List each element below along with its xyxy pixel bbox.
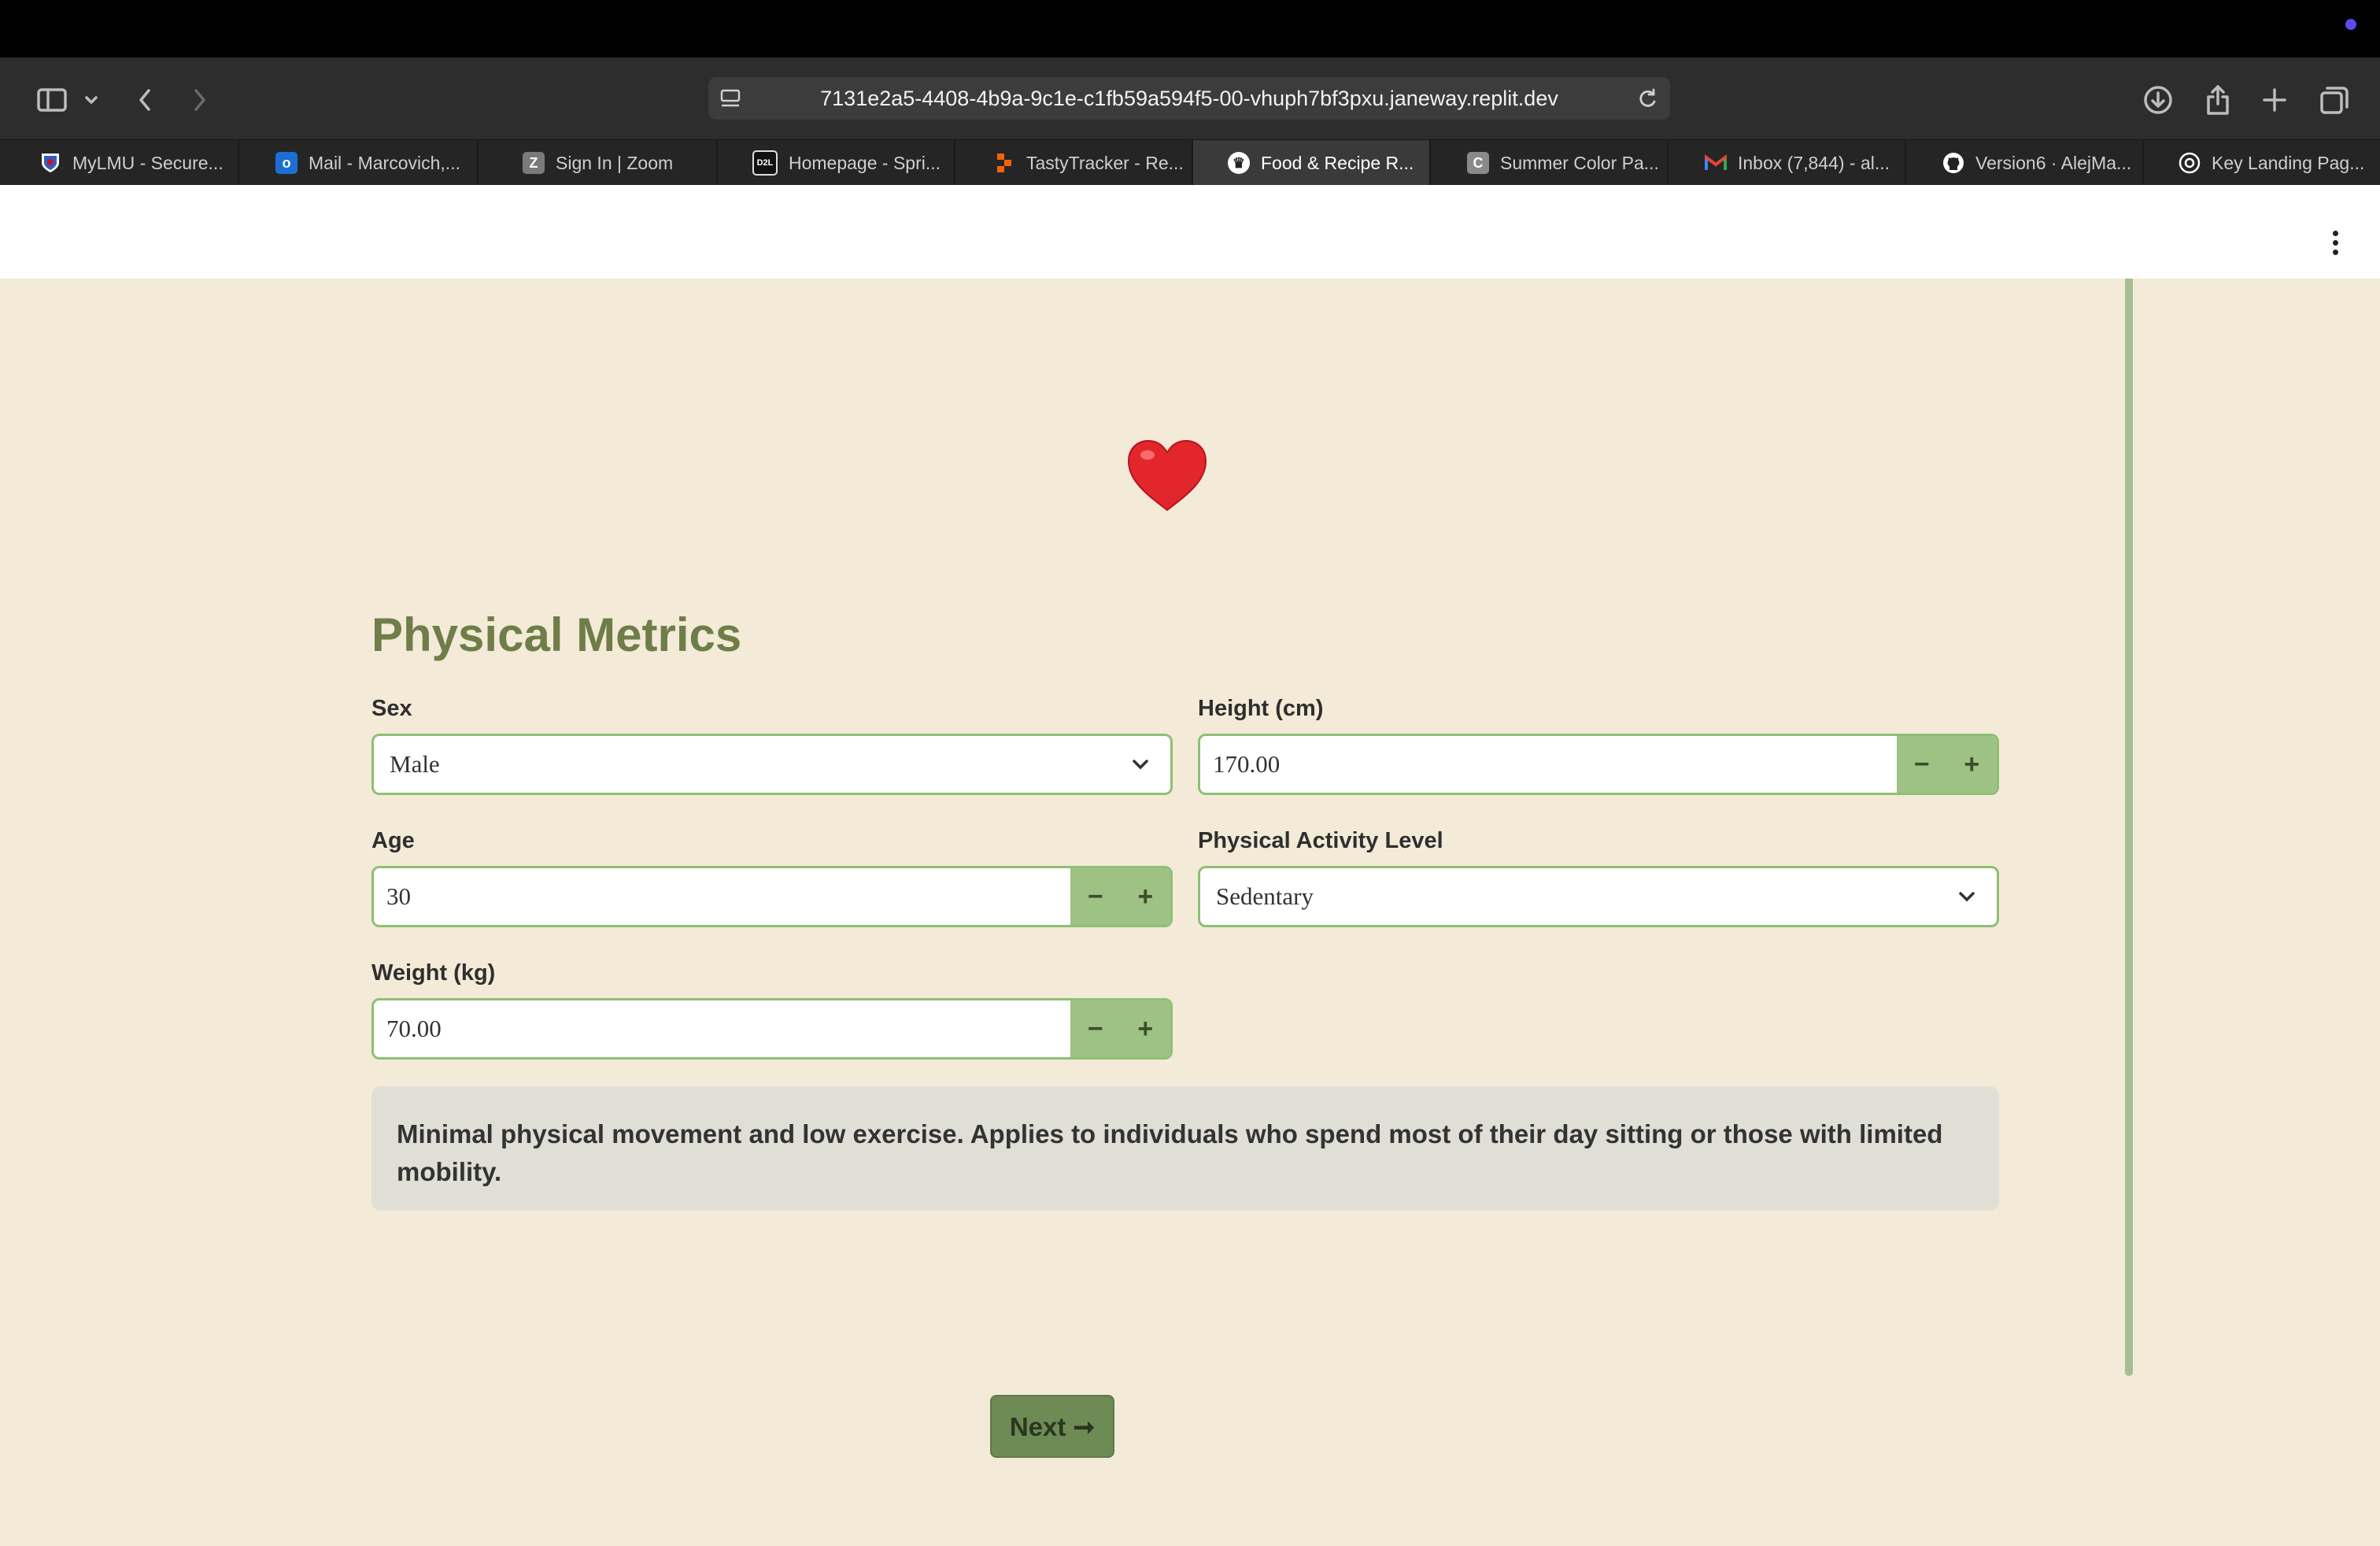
address-bar[interactable]: 7131e2a5-4408-4b9a-9c1e-c1fb59a594f5-00-… [708, 77, 1670, 120]
tab-label: Homepage - Spri... [789, 152, 941, 173]
d2l-icon: D2L [752, 150, 778, 176]
gmail-icon [1705, 152, 1727, 174]
app-header [0, 185, 2380, 279]
browser-toolbar: 7131e2a5-4408-4b9a-9c1e-c1fb59a594f5-00-… [0, 57, 2380, 139]
weight-input[interactable]: 70.00 − + [371, 998, 1173, 1060]
chevron-down-icon [1956, 886, 1978, 912]
openai-icon [2179, 152, 2201, 174]
lmu-shield-icon [39, 152, 61, 174]
tab-zoom[interactable]: Z Sign In | Zoom [479, 140, 718, 186]
weight-stepper: − + [1070, 1000, 1170, 1057]
height-value: 170.00 [1213, 750, 1281, 778]
tab-label: Food & Recipe R... [1261, 152, 1414, 173]
reload-icon[interactable] [1635, 87, 1659, 114]
downloads-icon[interactable] [2139, 81, 2177, 119]
url-text: 7131e2a5-4408-4b9a-9c1e-c1fb59a594f5-00-… [820, 87, 1558, 110]
tab-food-recipe[interactable]: ♛ Food & Recipe R... [1193, 140, 1431, 186]
sex-select[interactable]: Male [371, 734, 1173, 795]
tab-summer-color[interactable]: C Summer Color Pa... [1431, 140, 1669, 186]
sex-value: Male [390, 750, 440, 778]
tab-label: Inbox (7,844) - al... [1738, 152, 1890, 173]
chevron-down-icon[interactable] [76, 81, 107, 119]
recording-indicator-icon [2345, 19, 2356, 30]
tab-label: Summer Color Pa... [1500, 152, 1659, 173]
share-icon[interactable] [2199, 81, 2237, 119]
tab-tastytracker[interactable]: TastyTracker - Re... [955, 140, 1193, 186]
page-title: Physical Metrics [371, 608, 742, 661]
tab-github[interactable]: Version6 · AlejMa... [1906, 140, 2144, 186]
coolors-icon: C [1467, 152, 1489, 174]
activity-select[interactable]: Sedentary [1198, 866, 1999, 927]
height-stepper: − + [1897, 736, 1997, 793]
tab-bar: MyLMU - Secure... o Mail - Marcovich,...… [0, 139, 2380, 186]
weight-value: 70.00 [386, 1015, 442, 1042]
age-stepper: − + [1070, 868, 1170, 925]
age-increment-button[interactable]: + [1121, 868, 1171, 925]
new-tab-icon[interactable] [2256, 81, 2293, 119]
height-increment-button[interactable]: + [1947, 736, 1998, 793]
height-label: Height (cm) [1198, 696, 1324, 721]
github-icon [1942, 152, 1964, 174]
tab-mail[interactable]: o Mail - Marcovich,... [239, 140, 479, 186]
weight-label: Weight (kg) [371, 960, 496, 986]
activity-description: Minimal physical movement and low exerci… [371, 1086, 1999, 1211]
age-input[interactable]: 30 − + [371, 866, 1173, 927]
sex-label: Sex [371, 696, 412, 721]
system-menubar [0, 0, 2380, 57]
crown-icon: ♛ [1228, 152, 1250, 174]
age-label: Age [371, 828, 415, 853]
heart-icon [1125, 438, 1209, 513]
tab-key-landing[interactable]: Key Landing Pag... [2144, 140, 2380, 186]
replit-icon [993, 152, 1015, 174]
back-button[interactable] [126, 81, 164, 119]
outlook-icon: o [275, 152, 298, 174]
tab-d2l[interactable]: D2L Homepage - Spri... [718, 140, 955, 186]
zoom-icon: Z [523, 152, 545, 174]
scroll-rail[interactable] [2125, 279, 2133, 1376]
activity-value: Sedentary [1216, 882, 1314, 910]
chevron-down-icon [1129, 753, 1151, 779]
age-value: 30 [386, 882, 411, 910]
tab-label: Key Landing Pag... [2212, 152, 2365, 173]
tab-label: MyLMU - Secure... [72, 152, 224, 173]
age-decrement-button[interactable]: − [1070, 868, 1121, 925]
tab-label: TastyTracker - Re... [1026, 152, 1184, 173]
more-options-icon[interactable] [2333, 231, 2341, 259]
height-input[interactable]: 170.00 − + [1198, 734, 1999, 795]
weight-increment-button[interactable]: + [1121, 1000, 1171, 1057]
next-button[interactable]: Next ➞ [990, 1395, 1114, 1458]
tab-label: Mail - Marcovich,... [309, 152, 460, 173]
sidebar-toggle-icon[interactable] [28, 81, 76, 119]
height-decrement-button[interactable]: − [1897, 736, 1947, 793]
activity-label: Physical Activity Level [1198, 828, 1443, 853]
weight-decrement-button[interactable]: − [1070, 1000, 1121, 1057]
forward-button[interactable] [181, 81, 219, 119]
tab-label: Version6 · AlejMa... [1975, 152, 2132, 173]
tab-gmail[interactable]: Inbox (7,844) - al... [1669, 140, 1906, 186]
tab-label: Sign In | Zoom [556, 152, 674, 173]
tab-mylmu[interactable]: MyLMU - Secure... [28, 140, 239, 186]
tab-overview-icon[interactable] [2315, 81, 2353, 119]
